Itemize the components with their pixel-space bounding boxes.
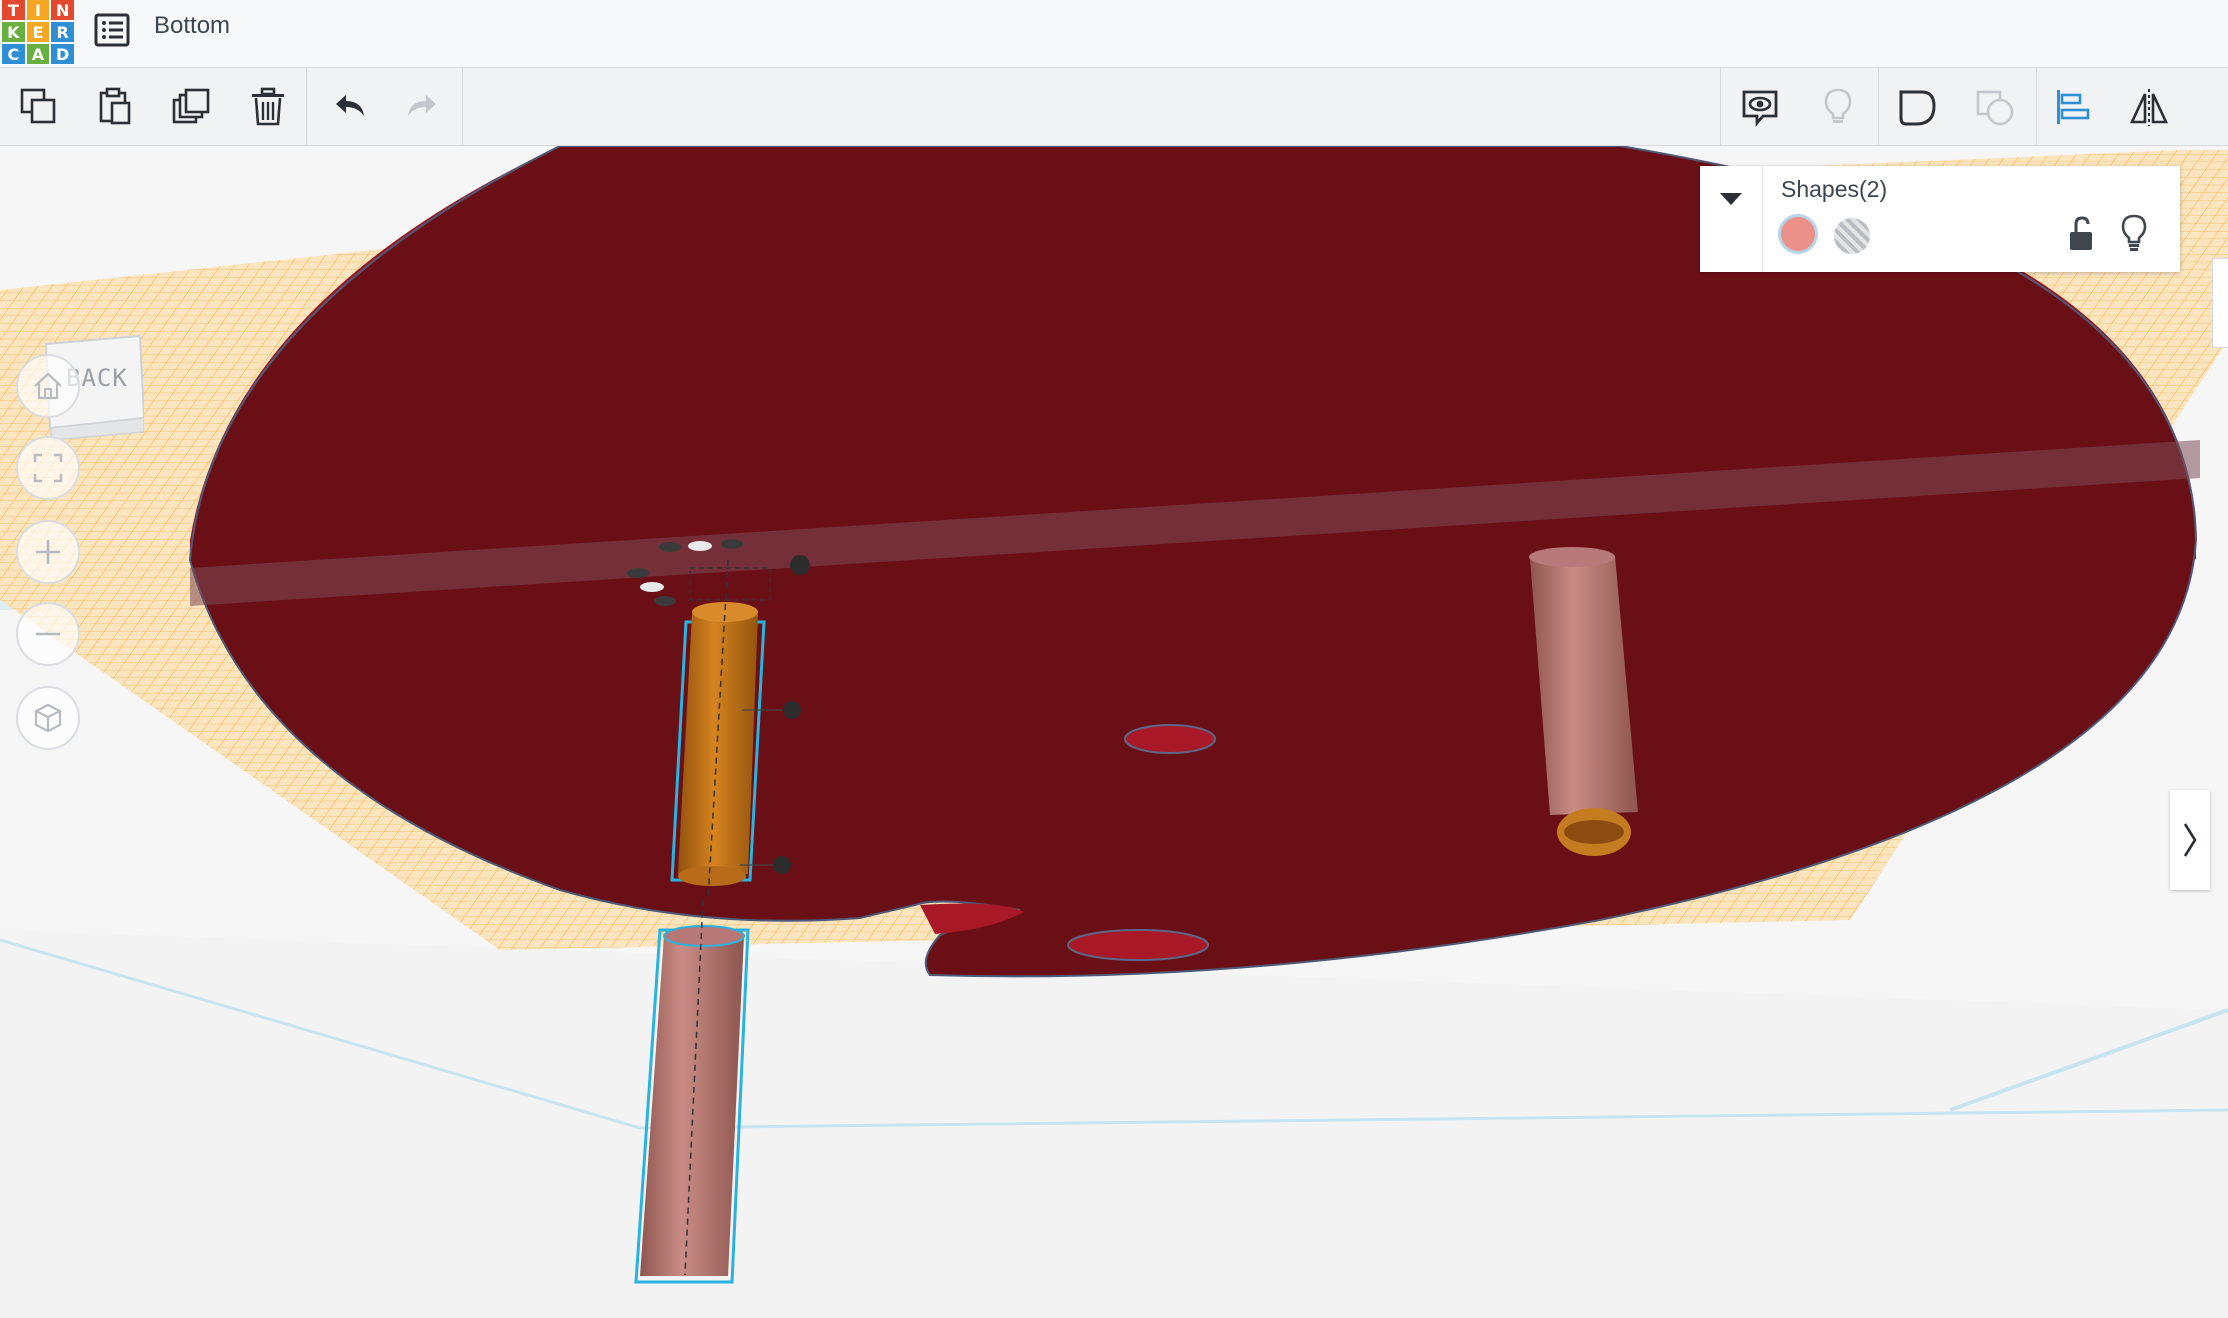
align-icon xyxy=(2057,90,2090,124)
ungroup-icon xyxy=(1976,90,2014,126)
logo-letter: A xyxy=(26,44,50,64)
duplicate-icon xyxy=(172,88,210,124)
copy-icon xyxy=(20,88,56,124)
home-view-button[interactable] xyxy=(16,354,80,418)
logo-letter: K xyxy=(2,22,25,42)
resize-handle[interactable] xyxy=(783,701,801,719)
toolbar-divider xyxy=(306,68,307,146)
undo-button[interactable] xyxy=(324,82,374,132)
projection-button[interactable] xyxy=(16,686,80,750)
list-icon xyxy=(94,13,130,47)
shapes-panel-collapse-button[interactable] xyxy=(1700,166,1763,272)
cube-icon xyxy=(34,703,62,733)
trash-icon xyxy=(252,87,284,126)
design-menu-button[interactable] xyxy=(92,10,132,50)
mirror-button[interactable] xyxy=(2124,82,2174,132)
zoom-out-button[interactable] xyxy=(16,602,80,666)
fit-frame-icon xyxy=(33,453,63,483)
lock-button[interactable] xyxy=(2064,214,2100,254)
logo-letter: R xyxy=(51,22,74,42)
hole-swatch[interactable] xyxy=(1834,218,1870,254)
toolbar xyxy=(0,68,2228,198)
logo-letter: D xyxy=(51,44,74,64)
plus-icon xyxy=(36,540,60,564)
mirror-icon xyxy=(2129,89,2169,126)
visibility-button[interactable] xyxy=(2116,212,2152,254)
minus-icon xyxy=(36,632,60,636)
logo-letter: C xyxy=(2,44,25,64)
lightbulb-icon xyxy=(1824,88,1852,123)
notes-button[interactable] xyxy=(1735,82,1785,132)
speech-eye-icon xyxy=(1742,90,1778,127)
logo-letter: I xyxy=(26,0,50,20)
document-title[interactable]: Bottom xyxy=(154,12,230,40)
home-icon xyxy=(34,372,62,400)
group-icon xyxy=(1899,90,1936,126)
delete-button[interactable] xyxy=(243,82,293,132)
paste-button[interactable] xyxy=(90,82,140,132)
zoom-in-button[interactable] xyxy=(16,520,80,584)
paste-icon xyxy=(99,87,131,125)
logo-letter: E xyxy=(26,22,50,42)
resize-handle[interactable] xyxy=(773,856,791,874)
align-button[interactable] xyxy=(2047,82,2097,132)
toolbar-divider xyxy=(1878,68,1879,146)
rotate-handle[interactable] xyxy=(790,555,810,575)
solid-color-swatch[interactable] xyxy=(1778,214,1818,254)
logo-letter: T xyxy=(2,0,25,20)
title-bar: T I N K E R C A D Bottom xyxy=(0,0,2228,68)
tinkercad-logo[interactable]: T I N K E R C A D xyxy=(2,0,74,64)
toolbar-divider xyxy=(462,68,463,146)
unlock-icon xyxy=(2070,216,2092,250)
copy-button[interactable] xyxy=(14,82,64,132)
3d-scene[interactable] xyxy=(0,146,2228,1318)
redo-icon xyxy=(408,95,436,116)
undo-icon xyxy=(336,95,364,116)
redo-button[interactable] xyxy=(398,82,448,132)
panel-toggle-button[interactable] xyxy=(2170,790,2210,890)
shapes-inspector-panel: Shapes(2) xyxy=(1700,166,2180,272)
ungroup-button[interactable] xyxy=(1970,82,2020,132)
duplicate-button[interactable] xyxy=(166,82,216,132)
logo-letter: N xyxy=(51,0,74,20)
caret-down-icon xyxy=(1720,193,1742,205)
chevron-right-icon xyxy=(2183,823,2197,857)
shapes-panel-title: Shapes(2) xyxy=(1781,176,1888,202)
group-button[interactable] xyxy=(1892,82,1942,132)
fit-view-button[interactable] xyxy=(16,436,80,500)
toolbar-divider xyxy=(1720,68,1721,146)
toolbar-divider xyxy=(2036,68,2037,146)
properties-edge-tab[interactable] xyxy=(2212,258,2228,348)
workplane-viewport[interactable]: BACK xyxy=(0,146,2228,1318)
lightbulb-icon xyxy=(2121,214,2147,251)
show-all-button[interactable] xyxy=(1813,82,1863,132)
